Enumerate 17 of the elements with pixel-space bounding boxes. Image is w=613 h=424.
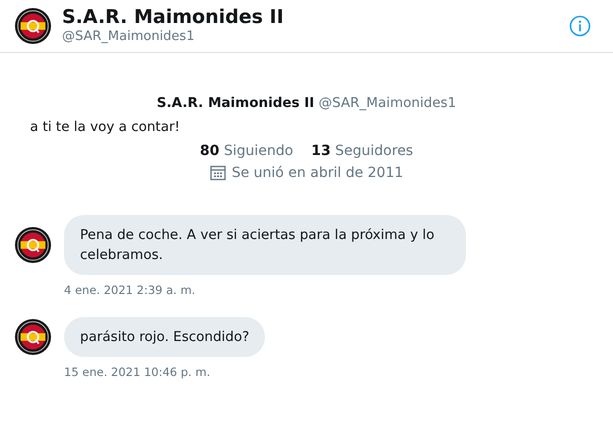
message-time: 15 ene. 2021 10:46 p. m.: [64, 365, 212, 379]
avatar-icon: [14, 7, 52, 45]
message-bubble: Pena de coche. A ver si aciertas para la próxima y lo celebramos.: [64, 215, 466, 275]
avatar-icon: [14, 226, 52, 264]
account-handle: @SAR_Maimonides1: [62, 28, 196, 46]
profile-name[interactable]: S.A.R. Maimonides II: [156, 95, 314, 111]
avatar-icon: [14, 318, 52, 356]
join-date: Se unió en abril de 2011: [232, 165, 404, 181]
profile-bio: a ti te la voy a contar!: [30, 119, 180, 135]
followers-link[interactable]: 13 Seguidores: [311, 143, 414, 159]
following-link[interactable]: 80 Siguiendo: [200, 143, 294, 159]
profile-handle: @SAR_Maimonides1: [318, 95, 456, 111]
account-name: S.A.R. Maimonides II: [62, 6, 285, 28]
calendar-icon: [210, 165, 226, 181]
info-icon[interactable]: [569, 15, 591, 37]
message-bubble: parásito rojo. Escondido?: [64, 317, 266, 357]
message-time: 4 ene. 2021 2:39 a. m.: [64, 283, 196, 297]
